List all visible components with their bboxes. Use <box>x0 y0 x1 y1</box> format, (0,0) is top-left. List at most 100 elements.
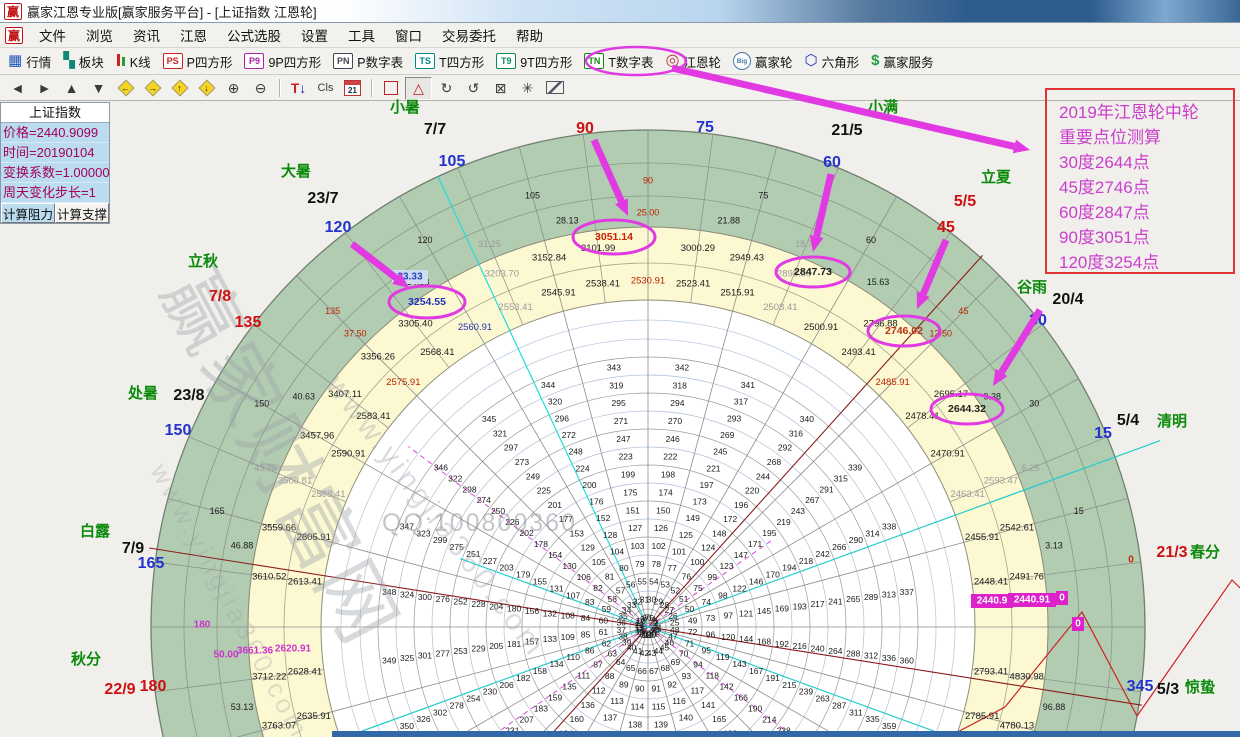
toolbar-label: P数字表 <box>357 52 403 71</box>
toolbar-item-9p-square[interactable]: P99P四方形 <box>240 50 329 73</box>
wheel-ring <box>594 573 702 681</box>
calc-resistance-button[interactable]: 计算阻力 <box>1 203 55 223</box>
wheel-spiral-number: 252 <box>454 597 468 607</box>
tool-draw-triangle[interactable]: △ <box>405 77 432 100</box>
toolbar-item-t-square[interactable]: TST四方形 <box>411 50 492 73</box>
toolbar-item-p-square[interactable]: PSP四方形 <box>159 50 241 73</box>
menu-item-5[interactable]: 设置 <box>291 27 338 46</box>
wheel-spiral-number: 301 <box>418 651 432 661</box>
menu-item-3[interactable]: 江恩 <box>170 27 217 46</box>
wheel-spiral-number: 201 <box>548 500 562 510</box>
wheel-spiral-number: 41 <box>633 646 643 656</box>
wheel-spiral-number: 315 <box>834 473 848 483</box>
wheel-spiral-number: 128 <box>603 530 617 540</box>
wheel-spiral-number: 37 <box>616 625 626 635</box>
tool-center-view[interactable]: ✳ <box>515 78 540 99</box>
wheel-spiral-number: 146 <box>749 576 763 586</box>
toolbar-item-hexagon[interactable]: ⬡六角形 <box>800 50 867 73</box>
menu-item-2[interactable]: 资讯 <box>123 27 170 46</box>
menu-item-8[interactable]: 交易委托 <box>432 27 506 46</box>
wheel-spiral-number: 104 <box>610 546 624 556</box>
wheel-spiral-number: 95 <box>701 645 711 655</box>
wheel-spiral-number: 276 <box>436 594 450 604</box>
tool-zoom-out[interactable]: ⊖ <box>248 78 273 99</box>
wheel-spiral-number: 84 <box>581 613 591 623</box>
annotation-arrow <box>1001 310 1040 372</box>
wheel-spiral-number: 8 <box>642 613 647 623</box>
menu-item-1[interactable]: 浏览 <box>76 27 123 46</box>
toolbar-item-kline[interactable]: K线 <box>112 50 159 73</box>
toolbar-item-winner-wheel[interactable]: Big赢家轮 <box>729 50 801 73</box>
toolbar-item-9t-square[interactable]: T99T四方形 <box>492 50 580 73</box>
menu-item-6[interactable]: 工具 <box>338 27 385 46</box>
wheel-ring <box>450 429 846 737</box>
wheel-percent-label: 40.63 <box>293 391 316 401</box>
tool-scale-toggle[interactable]: T↓ <box>286 78 311 99</box>
wheel-price-outer: 3101.99 <box>581 243 615 254</box>
wheel-spiral-number: 61 <box>599 627 609 637</box>
perimeter-label: 150 <box>165 422 192 439</box>
wheel-spiral-number: 254 <box>466 694 480 704</box>
nav-forward-icon: ► <box>38 80 52 96</box>
tool-nav-forward[interactable]: ► <box>32 78 57 99</box>
wheel-spiral-number: 269 <box>720 430 734 440</box>
tool-cls-button[interactable]: Cls <box>313 78 338 99</box>
wheel-percent-label: 34.38 <box>407 277 430 287</box>
menu-item-0[interactable]: 文件 <box>29 27 76 46</box>
wheel-price-outer: 4830.98 <box>1010 671 1044 682</box>
wheel-spiral-number: 80 <box>619 563 629 573</box>
menu-item-7[interactable]: 窗口 <box>385 27 432 46</box>
wheel-spiral-number: 114 <box>631 702 645 712</box>
main-toolbar: ▦行情▚板块K线PSP四方形P99P四方形PNP数字表TST四方形T99T四方形… <box>0 48 1240 75</box>
tool-fit-window[interactable]: ⊠ <box>488 78 513 99</box>
tool-pan-down[interactable]: ↓ <box>194 78 219 99</box>
wheel-spiral-number: 156 <box>525 606 539 616</box>
tool-pan-left[interactable]: ← <box>113 78 138 99</box>
trend-line <box>149 548 1142 705</box>
wheel-spiral-number: 99 <box>708 572 718 582</box>
wheel-spiral-number: 264 <box>828 646 842 656</box>
toolbar-item-sectors[interactable]: ▚板块 <box>59 50 112 73</box>
menu-item-9[interactable]: 帮助 <box>506 27 553 46</box>
highlight-cell <box>1008 593 1056 607</box>
wheel-spiral-number: 44 <box>654 646 664 656</box>
tool-zoom-in[interactable]: ⊕ <box>221 78 246 99</box>
wheel-spiral-number: 39 <box>622 638 632 648</box>
wheel-spiral-number: 223 <box>619 452 633 462</box>
wheel-ring <box>612 591 684 663</box>
wheel-spiral-number: 157 <box>525 637 539 647</box>
tool-pan-right[interactable]: → <box>140 78 165 99</box>
toolbar-item-winner-service[interactable]: $赢家服务 <box>867 50 941 73</box>
toolbar-item-gann-wheel[interactable]: ◎江恩轮 <box>661 50 728 73</box>
wheel-spiral-number: 251 <box>466 549 480 559</box>
wheel-spiral-number: 313 <box>882 590 896 600</box>
wheel-spiral-number: 168 <box>757 637 771 647</box>
tool-nav-back[interactable]: ◄ <box>5 78 30 99</box>
wheel-spiral-number: 12 <box>634 620 644 630</box>
toolbar-item-p-number-table[interactable]: PNP数字表 <box>329 50 411 73</box>
tool-nav-down[interactable]: ▼ <box>86 78 111 99</box>
menu-item-4[interactable]: 公式选股 <box>217 27 291 46</box>
wheel-ring <box>432 411 864 737</box>
index-info-panel: 上证指数 价格=2440.9099时间=20190104变换系数=1.00000… <box>0 102 110 224</box>
wheel-spiral-number: 290 <box>849 535 863 545</box>
tool-pan-up[interactable]: ↑ <box>167 78 192 99</box>
toolbar-item-t-number-table[interactable]: TNT数字表 <box>580 50 661 73</box>
wheel-spiral-number: 16 <box>638 628 648 638</box>
wheel-spiral-number: 123 <box>719 561 733 571</box>
wheel-subspoke <box>691 134 713 303</box>
wheel-spiral-number: 83 <box>585 597 595 607</box>
wheel-spiral-number: 46 <box>665 638 675 648</box>
tool-calendar[interactable]: 21 <box>340 78 365 99</box>
tool-nav-up[interactable]: ▲ <box>59 78 84 99</box>
toolbar-item-quotes[interactable]: ▦行情 <box>4 50 59 73</box>
tool-draw-square[interactable] <box>378 78 403 99</box>
wheel-ring <box>486 465 810 737</box>
tool-rotate-cw[interactable]: ↻ <box>434 78 459 99</box>
wheel-percent-label: 18.75 <box>795 239 818 249</box>
wheel-spiral-number: 152 <box>596 513 610 523</box>
calc-support-button[interactable]: 计算支撑 <box>55 203 109 223</box>
tool-presentation-board[interactable] <box>542 78 567 99</box>
wheel-spoke <box>649 147 777 624</box>
tool-rotate-ccw[interactable]: ↺ <box>461 78 486 99</box>
